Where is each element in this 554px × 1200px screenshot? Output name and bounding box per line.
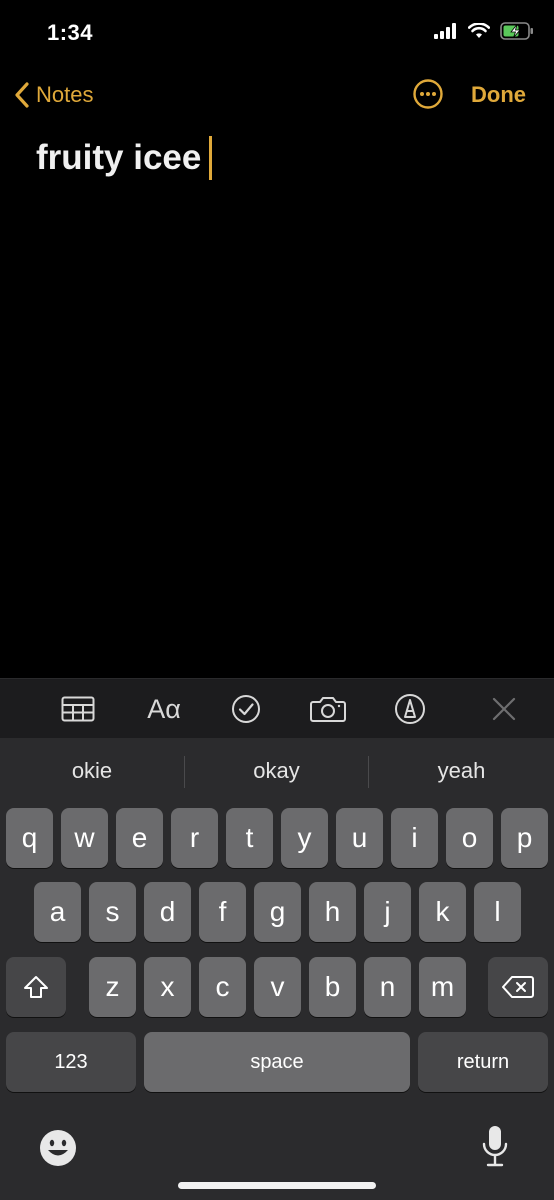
suggestion-bar: okie okay yeah <box>0 738 554 804</box>
return-key[interactable]: return <box>418 1032 548 1092</box>
delete-key[interactable] <box>488 957 548 1017</box>
status-icons <box>434 22 534 40</box>
microphone-icon[interactable] <box>480 1124 510 1168</box>
key-e[interactable]: e <box>116 808 163 868</box>
note-title: fruity icee <box>36 138 202 177</box>
close-icon <box>492 697 516 721</box>
suggestion-item[interactable]: yeah <box>369 738 554 804</box>
space-key[interactable]: space <box>144 1032 410 1092</box>
status-bar: 1:34 <box>0 0 554 66</box>
key-z[interactable]: z <box>89 957 136 1017</box>
cellular-signal-icon <box>434 23 456 39</box>
key-v[interactable]: v <box>254 957 301 1017</box>
status-time: 1:34 <box>47 20 94 45</box>
key-w[interactable]: w <box>61 808 108 868</box>
key-j[interactable]: j <box>364 882 411 942</box>
checklist-button[interactable] <box>226 689 266 729</box>
key-d[interactable]: d <box>144 882 191 942</box>
markup-button[interactable] <box>390 689 430 729</box>
close-toolbar-button[interactable] <box>484 689 524 729</box>
key-u[interactable]: u <box>336 808 383 868</box>
back-label: Notes <box>36 82 94 107</box>
key-h[interactable]: h <box>309 882 356 942</box>
key-y[interactable]: y <box>281 808 328 868</box>
key-b[interactable]: b <box>309 957 356 1017</box>
key-p[interactable]: p <box>501 808 548 868</box>
battery-charging-icon <box>500 22 533 40</box>
wifi-icon <box>468 23 490 38</box>
format-toolbar: Aα <box>0 678 554 739</box>
key-o[interactable]: o <box>446 808 493 868</box>
key-a[interactable]: a <box>34 882 81 942</box>
key-t[interactable]: t <box>226 808 273 868</box>
camera-button[interactable] <box>308 689 348 729</box>
done-button[interactable]: Done <box>471 72 526 118</box>
key-k[interactable]: k <box>419 882 466 942</box>
checklist-icon <box>232 695 260 723</box>
suggestion-item[interactable]: okay <box>185 738 368 804</box>
ellipsis-circle-icon[interactable] <box>412 78 444 110</box>
key-f[interactable]: f <box>199 882 246 942</box>
key-x[interactable]: x <box>144 957 191 1017</box>
markup-pen-icon <box>395 694 425 724</box>
keyboard: okie okay yeah q w e r t y u i o p a s d… <box>0 738 554 1200</box>
key-c[interactable]: c <box>199 957 246 1017</box>
table-icon <box>61 696 95 722</box>
key-g[interactable]: g <box>254 882 301 942</box>
note-editor[interactable]: fruity icee <box>36 134 526 634</box>
shift-key[interactable] <box>6 957 66 1017</box>
nav-bar: Notes Done <box>0 72 554 118</box>
table-button[interactable] <box>58 689 98 729</box>
suggestion-item[interactable]: okie <box>0 738 184 804</box>
chevron-left-icon <box>15 82 29 108</box>
shift-icon <box>24 976 48 998</box>
format-text-label: Aα <box>147 693 181 724</box>
text-caret <box>209 136 213 180</box>
key-l[interactable]: l <box>474 882 521 942</box>
key-n[interactable]: n <box>364 957 411 1017</box>
key-m[interactable]: m <box>419 957 466 1017</box>
key-i[interactable]: i <box>391 808 438 868</box>
key-r[interactable]: r <box>171 808 218 868</box>
camera-icon <box>310 697 346 722</box>
back-button[interactable]: Notes <box>14 72 93 118</box>
numbers-key[interactable]: 123 <box>6 1032 136 1092</box>
key-q[interactable]: q <box>6 808 53 868</box>
home-indicator <box>178 1182 376 1189</box>
format-text-button[interactable]: Aα <box>142 689 186 729</box>
emoji-icon[interactable] <box>38 1128 78 1168</box>
key-s[interactable]: s <box>89 882 136 942</box>
delete-icon <box>502 976 534 998</box>
